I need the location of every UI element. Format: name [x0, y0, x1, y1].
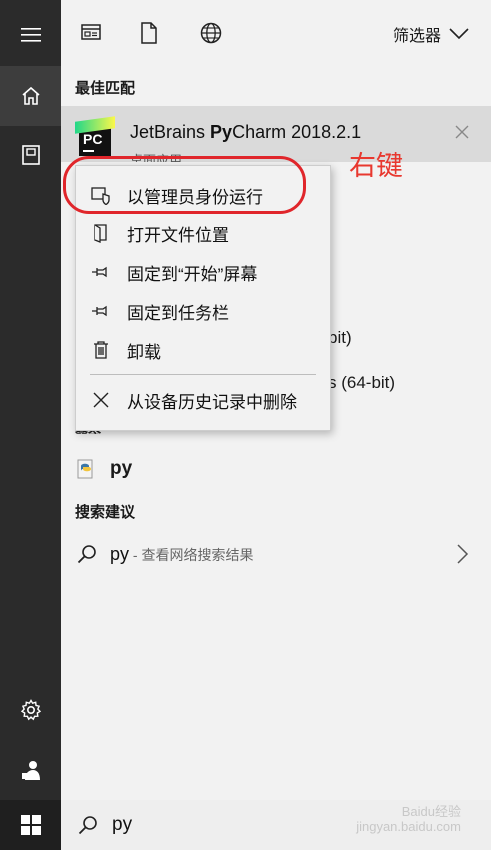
notebook-icon	[21, 145, 40, 165]
pycharm-logo-text: PC	[83, 131, 103, 147]
watermark: Baidu经验 jingyan.baidu.com	[356, 804, 461, 834]
dismiss-button[interactable]	[455, 125, 469, 144]
search-suggestions-heading: 搜索建议	[75, 504, 136, 521]
web-search-suggestion[interactable]: py - 查看网络搜索结果	[61, 534, 491, 574]
home-icon	[21, 86, 40, 105]
documents-button[interactable]	[0, 125, 61, 185]
menu-item-open-file-location[interactable]: 打开文件位置	[76, 215, 330, 251]
search-icon	[77, 545, 96, 564]
background-result-text: s (64-bit)	[328, 373, 396, 392]
menu-item-label: 固定到任务栏	[127, 303, 229, 323]
all-results-tab[interactable]	[81, 22, 101, 47]
search-icon	[78, 816, 97, 835]
close-icon	[90, 389, 112, 411]
menu-item-label: 卸载	[127, 342, 161, 362]
suggestion-text: py - 查看网络搜索结果	[110, 544, 254, 564]
menu-item-pin-to-start[interactable]: 固定到“开始”屏幕	[76, 254, 330, 290]
best-match-heading: 最佳匹配	[75, 80, 136, 97]
menu-item-uninstall[interactable]: 卸载	[76, 332, 330, 368]
pycharm-logo: PC	[75, 116, 115, 156]
start-rail	[0, 0, 61, 800]
account-button[interactable]	[0, 740, 61, 800]
search-input[interactable]: py	[112, 814, 132, 836]
menu-item-label: 固定到“开始”屏幕	[127, 264, 258, 284]
hamburger-icon	[20, 28, 41, 42]
pin-icon	[90, 261, 112, 283]
filter-dropdown[interactable]: 筛选器	[393, 22, 469, 46]
documents-tab[interactable]	[140, 22, 158, 49]
open-file-location-icon	[90, 222, 112, 244]
search-topbar: 筛选器	[61, 0, 491, 66]
hamburger-menu-button[interactable]	[0, 5, 61, 65]
menu-item-pin-to-taskbar[interactable]: 固定到任务栏	[76, 293, 330, 329]
menu-separator	[90, 374, 316, 375]
menu-item-remove-from-history[interactable]: 从设备历史记录中删除	[76, 382, 330, 418]
trash-icon	[90, 339, 112, 361]
best-match-result[interactable]: PC JetBrains PyCharm 2018.2.1 桌面应用	[61, 106, 491, 162]
settings-button[interactable]	[0, 680, 61, 740]
annotation-right-click-label: 右键	[349, 151, 403, 181]
pin-icon	[90, 300, 112, 322]
chevron-down-icon	[449, 28, 469, 40]
close-icon	[455, 125, 469, 139]
background-result-text: bit)	[328, 328, 352, 347]
taskbar: py Baidu经验 jingyan.baidu.com	[0, 800, 491, 850]
app-window-icon	[81, 24, 101, 40]
menu-item-label: 从设备历史记录中删除	[127, 392, 297, 412]
filter-label: 筛选器	[392, 28, 441, 45]
windows-logo-icon	[20, 815, 41, 835]
annotation-highlight-oval	[63, 156, 306, 214]
home-button[interactable]	[0, 66, 61, 126]
menu-item-label: 打开文件位置	[127, 225, 229, 245]
user-icon	[21, 761, 40, 780]
gear-icon	[20, 699, 41, 721]
app-result-py[interactable]: py	[61, 452, 491, 486]
best-match-app-name: JetBrains PyCharm 2018.2.1	[130, 122, 362, 142]
document-icon	[141, 22, 157, 44]
chevron-right-icon[interactable]	[457, 544, 469, 564]
start-button[interactable]	[0, 800, 61, 850]
python-file-icon	[77, 459, 93, 479]
globe-icon	[200, 22, 222, 44]
web-tab[interactable]	[200, 22, 222, 49]
app-result-name: py	[110, 458, 133, 479]
